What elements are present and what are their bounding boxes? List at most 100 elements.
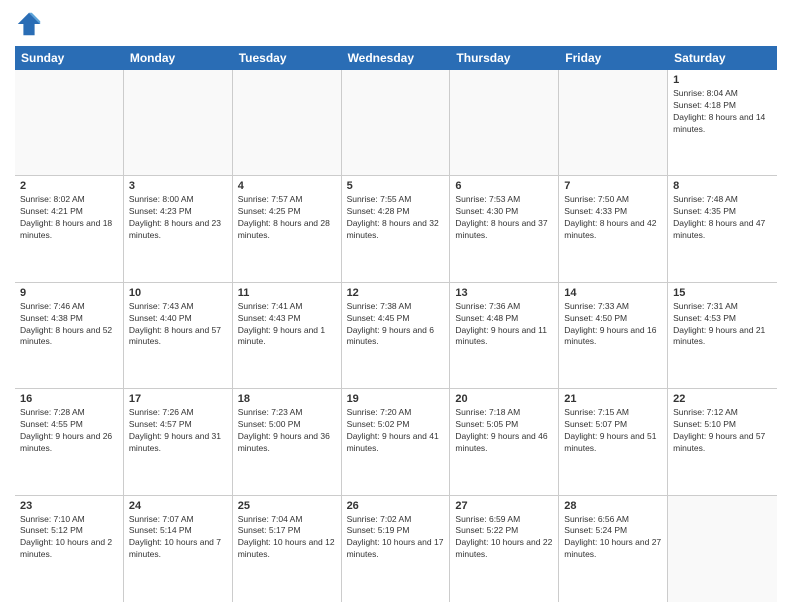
- day-number: 23: [20, 500, 118, 512]
- calendar-cell: 14 Sunrise: 7:33 AM Sunset: 4:50 PM Dayli…: [559, 283, 668, 388]
- calendar-cell: [233, 70, 342, 175]
- day-info: Sunrise: 7:31 AM Sunset: 4:53 PM Dayligh…: [673, 301, 772, 349]
- calendar-cell: 4 Sunrise: 7:57 AM Sunset: 4:25 PM Daylig…: [233, 176, 342, 281]
- day-info: Sunrise: 6:56 AM Sunset: 5:24 PM Dayligh…: [564, 514, 662, 562]
- logo-icon: [15, 10, 43, 38]
- day-info: Sunrise: 7:36 AM Sunset: 4:48 PM Dayligh…: [455, 301, 553, 349]
- calendar-body: 1 Sunrise: 8:04 AM Sunset: 4:18 PM Daylig…: [15, 70, 777, 602]
- day-info: Sunrise: 7:33 AM Sunset: 4:50 PM Dayligh…: [564, 301, 662, 349]
- day-info: Sunrise: 7:46 AM Sunset: 4:38 PM Dayligh…: [20, 301, 118, 349]
- day-info: Sunrise: 7:41 AM Sunset: 4:43 PM Dayligh…: [238, 301, 336, 349]
- day-number: 10: [129, 287, 227, 299]
- day-number: 24: [129, 500, 227, 512]
- day-info: Sunrise: 7:02 AM Sunset: 5:19 PM Dayligh…: [347, 514, 445, 562]
- day-header-sunday: Sunday: [15, 46, 124, 70]
- calendar-cell: 28 Sunrise: 6:56 AM Sunset: 5:24 PM Dayli…: [559, 496, 668, 602]
- calendar-cell: 27 Sunrise: 6:59 AM Sunset: 5:22 PM Dayli…: [450, 496, 559, 602]
- day-number: 22: [673, 393, 772, 405]
- calendar-cell: 19 Sunrise: 7:20 AM Sunset: 5:02 PM Dayli…: [342, 389, 451, 494]
- day-header-saturday: Saturday: [668, 46, 777, 70]
- day-number: 16: [20, 393, 118, 405]
- day-number: 20: [455, 393, 553, 405]
- day-header-tuesday: Tuesday: [233, 46, 342, 70]
- day-number: 1: [673, 74, 772, 86]
- calendar-container: SundayMondayTuesdayWednesdayThursdayFrid…: [0, 0, 792, 612]
- day-info: Sunrise: 7:57 AM Sunset: 4:25 PM Dayligh…: [238, 194, 336, 242]
- day-info: Sunrise: 7:43 AM Sunset: 4:40 PM Dayligh…: [129, 301, 227, 349]
- day-info: Sunrise: 8:04 AM Sunset: 4:18 PM Dayligh…: [673, 88, 772, 136]
- day-number: 17: [129, 393, 227, 405]
- day-number: 21: [564, 393, 662, 405]
- day-header-monday: Monday: [124, 46, 233, 70]
- week-row-3: 9Sunrise: 7:46 AM Sunset: 4:38 PM Daylig…: [15, 283, 777, 389]
- calendar-cell: 7 Sunrise: 7:50 AM Sunset: 4:33 PM Daylig…: [559, 176, 668, 281]
- calendar-cell: 13 Sunrise: 7:36 AM Sunset: 4:48 PM Dayli…: [450, 283, 559, 388]
- calendar-cell: 24 Sunrise: 7:07 AM Sunset: 5:14 PM Dayli…: [124, 496, 233, 602]
- calendar-cell: [668, 496, 777, 602]
- day-number: 27: [455, 500, 553, 512]
- calendar-cell: 15 Sunrise: 7:31 AM Sunset: 4:53 PM Dayli…: [668, 283, 777, 388]
- calendar-cell: 9Sunrise: 7:46 AM Sunset: 4:38 PM Daylig…: [15, 283, 124, 388]
- day-info: Sunrise: 8:02 AM Sunset: 4:21 PM Dayligh…: [20, 194, 118, 242]
- day-number: 7: [564, 180, 662, 192]
- day-header-friday: Friday: [559, 46, 668, 70]
- day-number: 6: [455, 180, 553, 192]
- day-number: 11: [238, 287, 336, 299]
- day-number: 5: [347, 180, 445, 192]
- day-info: Sunrise: 7:28 AM Sunset: 4:55 PM Dayligh…: [20, 407, 118, 455]
- calendar-header: SundayMondayTuesdayWednesdayThursdayFrid…: [15, 46, 777, 70]
- calendar-cell: [559, 70, 668, 175]
- calendar-cell: 2 Sunrise: 8:02 AM Sunset: 4:21 PM Daylig…: [15, 176, 124, 281]
- logo: [15, 10, 47, 38]
- day-info: Sunrise: 7:55 AM Sunset: 4:28 PM Dayligh…: [347, 194, 445, 242]
- calendar-cell: 21Sunrise: 7:15 AM Sunset: 5:07 PM Dayli…: [559, 389, 668, 494]
- calendar-cell: 6 Sunrise: 7:53 AM Sunset: 4:30 PM Daylig…: [450, 176, 559, 281]
- day-number: 26: [347, 500, 445, 512]
- day-number: 13: [455, 287, 553, 299]
- day-info: Sunrise: 7:04 AM Sunset: 5:17 PM Dayligh…: [238, 514, 336, 562]
- day-info: Sunrise: 7:10 AM Sunset: 5:12 PM Dayligh…: [20, 514, 118, 562]
- calendar-cell: 5 Sunrise: 7:55 AM Sunset: 4:28 PM Daylig…: [342, 176, 451, 281]
- day-header-wednesday: Wednesday: [342, 46, 451, 70]
- day-info: Sunrise: 7:48 AM Sunset: 4:35 PM Dayligh…: [673, 194, 772, 242]
- calendar-cell: 1 Sunrise: 8:04 AM Sunset: 4:18 PM Daylig…: [668, 70, 777, 175]
- day-info: Sunrise: 7:18 AM Sunset: 5:05 PM Dayligh…: [455, 407, 553, 455]
- day-number: 2: [20, 180, 118, 192]
- day-number: 25: [238, 500, 336, 512]
- calendar-cell: 10 Sunrise: 7:43 AM Sunset: 4:40 PM Dayli…: [124, 283, 233, 388]
- calendar-cell: 26 Sunrise: 7:02 AM Sunset: 5:19 PM Dayli…: [342, 496, 451, 602]
- day-number: 14: [564, 287, 662, 299]
- header: [15, 10, 777, 38]
- calendar-cell: 22 Sunrise: 7:12 AM Sunset: 5:10 PM Dayli…: [668, 389, 777, 494]
- week-row-5: 23 Sunrise: 7:10 AM Sunset: 5:12 PM Dayli…: [15, 496, 777, 602]
- calendar-cell: 25 Sunrise: 7:04 AM Sunset: 5:17 PM Dayli…: [233, 496, 342, 602]
- day-info: Sunrise: 6:59 AM Sunset: 5:22 PM Dayligh…: [455, 514, 553, 562]
- day-number: 19: [347, 393, 445, 405]
- day-header-thursday: Thursday: [450, 46, 559, 70]
- calendar-cell: 3 Sunrise: 8:00 AM Sunset: 4:23 PM Daylig…: [124, 176, 233, 281]
- week-row-4: 16 Sunrise: 7:28 AM Sunset: 4:55 PM Dayli…: [15, 389, 777, 495]
- calendar-cell: 20 Sunrise: 7:18 AM Sunset: 5:05 PM Dayli…: [450, 389, 559, 494]
- calendar-cell: [15, 70, 124, 175]
- day-number: 28: [564, 500, 662, 512]
- day-info: Sunrise: 7:26 AM Sunset: 4:57 PM Dayligh…: [129, 407, 227, 455]
- day-info: Sunrise: 7:07 AM Sunset: 5:14 PM Dayligh…: [129, 514, 227, 562]
- day-number: 3: [129, 180, 227, 192]
- calendar-cell: 11 Sunrise: 7:41 AM Sunset: 4:43 PM Dayli…: [233, 283, 342, 388]
- day-info: Sunrise: 8:00 AM Sunset: 4:23 PM Dayligh…: [129, 194, 227, 242]
- day-info: Sunrise: 7:53 AM Sunset: 4:30 PM Dayligh…: [455, 194, 553, 242]
- day-info: Sunrise: 7:50 AM Sunset: 4:33 PM Dayligh…: [564, 194, 662, 242]
- calendar-cell: [124, 70, 233, 175]
- day-number: 15: [673, 287, 772, 299]
- day-number: 18: [238, 393, 336, 405]
- day-info: Sunrise: 7:20 AM Sunset: 5:02 PM Dayligh…: [347, 407, 445, 455]
- day-info: Sunrise: 7:38 AM Sunset: 4:45 PM Dayligh…: [347, 301, 445, 349]
- calendar-cell: [450, 70, 559, 175]
- calendar-cell: 12Sunrise: 7:38 AM Sunset: 4:45 PM Dayli…: [342, 283, 451, 388]
- calendar-cell: 8Sunrise: 7:48 AM Sunset: 4:35 PM Daylig…: [668, 176, 777, 281]
- day-number: 4: [238, 180, 336, 192]
- day-info: Sunrise: 7:12 AM Sunset: 5:10 PM Dayligh…: [673, 407, 772, 455]
- calendar: SundayMondayTuesdayWednesdayThursdayFrid…: [15, 46, 777, 602]
- calendar-cell: 17 Sunrise: 7:26 AM Sunset: 4:57 PM Dayli…: [124, 389, 233, 494]
- week-row-1: 1 Sunrise: 8:04 AM Sunset: 4:18 PM Daylig…: [15, 70, 777, 176]
